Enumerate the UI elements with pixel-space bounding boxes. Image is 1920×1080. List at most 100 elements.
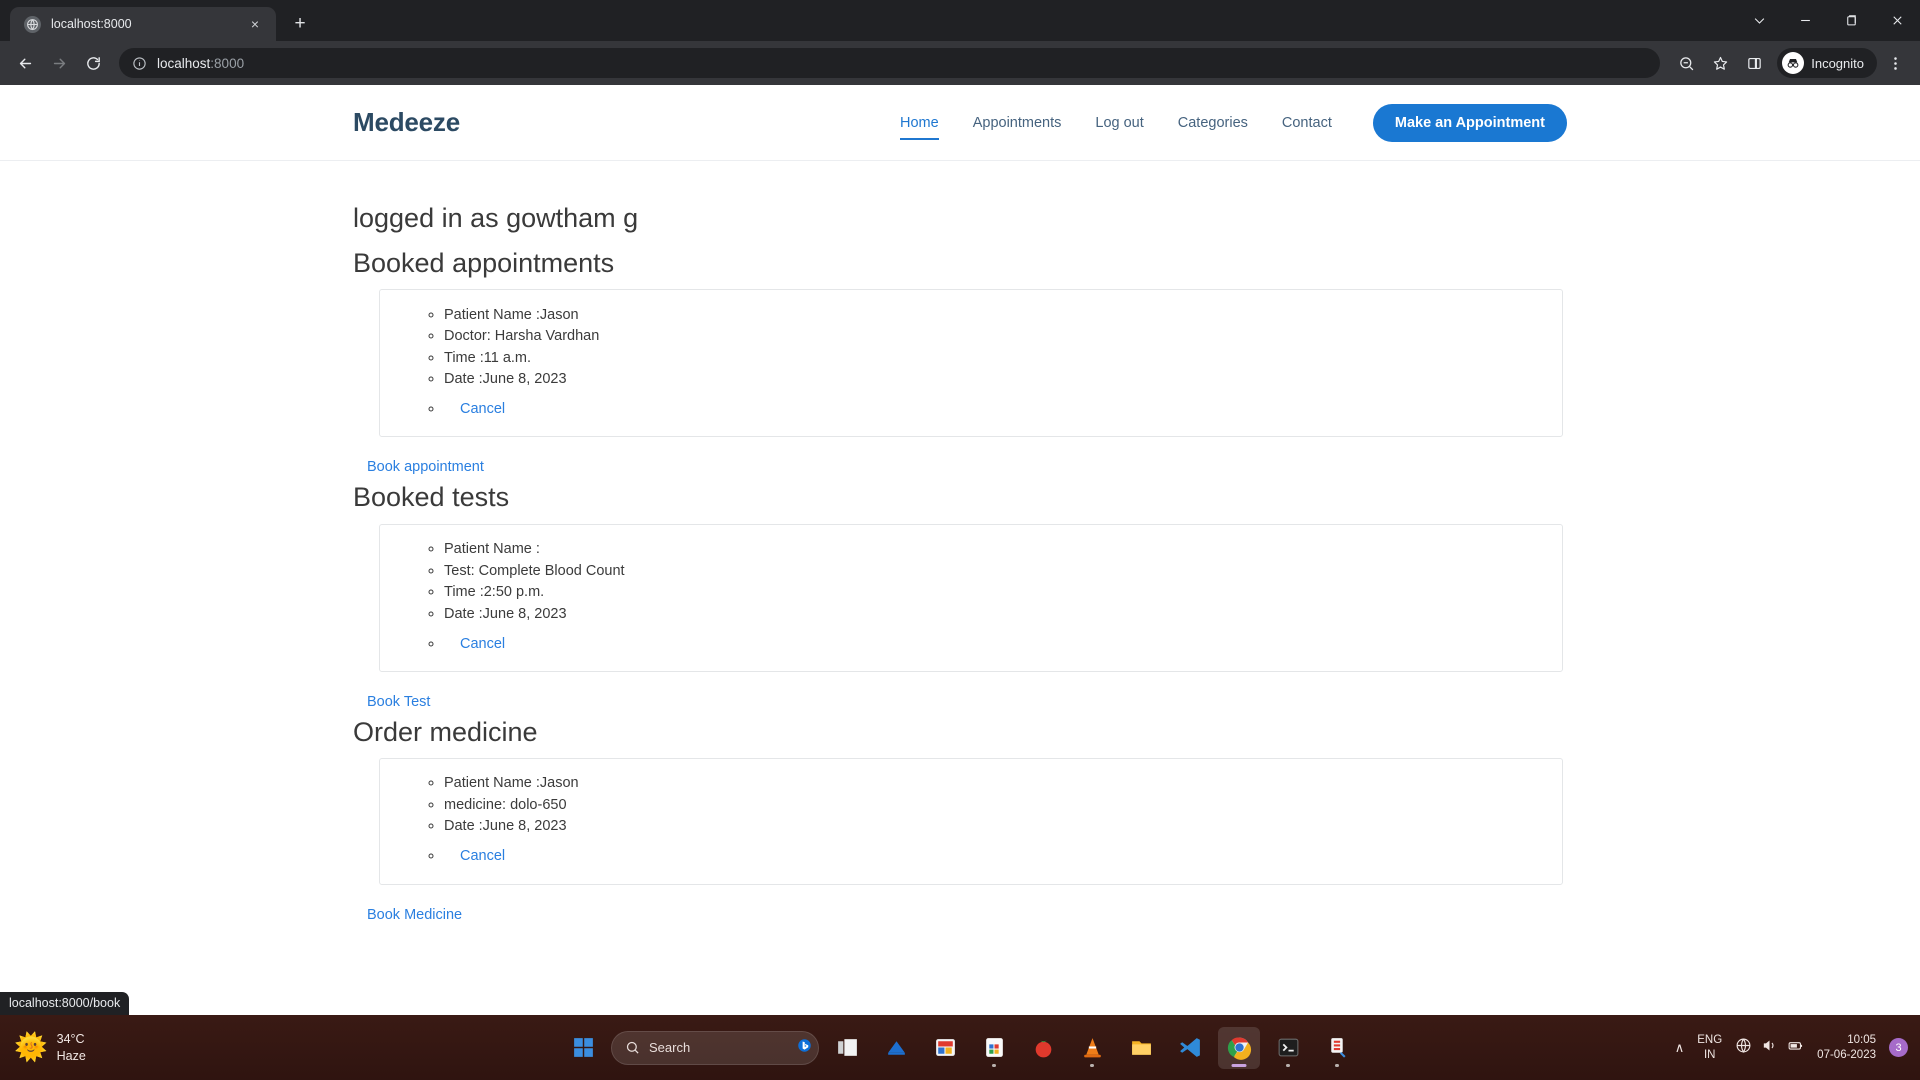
browser-chrome: localhost:8000 × + <box>0 0 1920 85</box>
close-icon[interactable]: × <box>244 13 266 35</box>
list-item: Date :June 8, 2023 <box>444 369 1562 391</box>
tab-title: localhost:8000 <box>51 17 234 31</box>
nav-item-categories[interactable]: Categories <box>1161 115 1265 131</box>
medicine-card: Patient Name :Jason medicine: dolo-650 D… <box>379 758 1563 885</box>
page-title: logged in as gowtham g <box>353 201 1567 242</box>
list-item-action: Cancel <box>444 625 1562 655</box>
system-tray: ∧ ENG IN 10:05 07-06-2023 3 <box>1675 1033 1908 1063</box>
test-details-list: Patient Name : Test: Complete Blood Coun… <box>444 539 1562 655</box>
weather-condition: Haze <box>57 1049 86 1063</box>
microsoft-store-icon[interactable] <box>973 1027 1015 1069</box>
list-item: Time :11 a.m. <box>444 347 1562 369</box>
cancel-test-link[interactable]: Cancel <box>460 636 505 652</box>
weather-widget[interactable]: 🌞 34°C Haze <box>0 1031 300 1064</box>
list-item-action: Cancel <box>444 390 1562 420</box>
minimize-button[interactable] <box>1782 0 1828 41</box>
window-controls <box>1736 0 1920 41</box>
tomato-timer-icon[interactable] <box>1022 1027 1064 1069</box>
main-navigation: Home Appointments Log out Categories Con… <box>883 104 1567 142</box>
zoom-out-icon[interactable] <box>1670 47 1702 79</box>
site-logo[interactable]: Medeeze <box>353 107 460 138</box>
screen: localhost:8000 × + <box>0 0 1920 1080</box>
tray-overflow-icon[interactable]: ∧ <box>1675 1040 1685 1056</box>
traffic-cone-icon[interactable] <box>1071 1027 1113 1069</box>
list-item: Date :June 8, 2023 <box>444 603 1562 625</box>
language-line1: ENG <box>1697 1034 1722 1046</box>
forward-icon[interactable] <box>43 47 75 79</box>
appointment-card: Patient Name :Jason Doctor: Harsha Vardh… <box>379 289 1563 437</box>
page-viewport: Medeeze Home Appointments Log out Catego… <box>0 85 1920 1015</box>
task-view-button[interactable] <box>826 1027 868 1069</box>
url-port: :8000 <box>210 56 244 71</box>
make-appointment-button[interactable]: Make an Appointment <box>1373 104 1567 142</box>
onedrive-icon[interactable] <box>875 1027 917 1069</box>
weather-temp: 34°C <box>57 1032 85 1046</box>
list-item: Patient Name : <box>444 539 1562 561</box>
battery-icon[interactable] <box>1787 1037 1804 1059</box>
book-medicine-link[interactable]: Book Medicine <box>367 907 462 923</box>
language-indicator[interactable]: ENG IN <box>1697 1033 1722 1062</box>
nav-item-appointments[interactable]: Appointments <box>956 115 1079 131</box>
book-test-link[interactable]: Book Test <box>367 694 430 710</box>
list-item: Doctor: Harsha Vardhan <box>444 326 1562 348</box>
browser-tab[interactable]: localhost:8000 × <box>10 7 276 41</box>
language-line2: IN <box>1704 1049 1716 1061</box>
profile-chip[interactable]: Incognito <box>1777 48 1877 78</box>
list-item: medicine: dolo-650 <box>444 794 1562 816</box>
nav-item-home[interactable]: Home <box>883 115 956 131</box>
site-info-icon[interactable] <box>132 56 147 71</box>
nav-item-logout[interactable]: Log out <box>1078 115 1160 131</box>
terminal-icon[interactable] <box>1267 1027 1309 1069</box>
mail-icon[interactable] <box>924 1027 966 1069</box>
weather-text: 34°C Haze <box>57 1031 86 1064</box>
close-window-button[interactable] <box>1874 0 1920 41</box>
list-item: Test: Complete Blood Count <box>444 560 1562 582</box>
clock-time: 10:05 <box>1847 1034 1876 1046</box>
browser-menu-icon[interactable] <box>1879 47 1911 79</box>
page-content: logged in as gowtham g Booked appointmen… <box>353 161 1567 944</box>
address-bar[interactable]: localhost:8000 <box>119 48 1660 78</box>
bookmark-star-icon[interactable] <box>1704 47 1736 79</box>
browser-toolbar: localhost:8000 <box>0 41 1920 85</box>
new-tab-button[interactable]: + <box>286 10 314 38</box>
search-icon <box>625 1040 640 1055</box>
list-item: Patient Name :Jason <box>444 304 1562 326</box>
incognito-icon <box>1782 52 1804 74</box>
test-card: Patient Name : Test: Complete Blood Coun… <box>379 524 1563 672</box>
appointment-details-list: Patient Name :Jason Doctor: Harsha Vardh… <box>444 304 1562 420</box>
tab-strip: localhost:8000 × + <box>0 0 1920 41</box>
site-header: Medeeze Home Appointments Log out Catego… <box>0 85 1920 161</box>
reload-icon[interactable] <box>77 47 109 79</box>
list-item-action: Cancel <box>444 837 1562 867</box>
section-title-medicine: Order medicine <box>353 711 1567 758</box>
back-icon[interactable] <box>9 47 41 79</box>
cancel-appointment-link[interactable]: Cancel <box>460 401 505 417</box>
address-bar-text: localhost:8000 <box>157 56 244 71</box>
chrome-icon[interactable] <box>1218 1027 1260 1069</box>
list-item: Patient Name :Jason <box>444 773 1562 795</box>
search-placeholder: Search <box>649 1040 788 1055</box>
clock[interactable]: 10:05 07-06-2023 <box>1817 1033 1876 1063</box>
section-title-appointments: Booked appointments <box>353 242 1567 289</box>
url-host: localhost <box>157 56 210 71</box>
nav-item-contact[interactable]: Contact <box>1265 115 1349 131</box>
book-appointment-link[interactable]: Book appointment <box>367 459 484 475</box>
windows-taskbar: 🌞 34°C Haze Search <box>0 1015 1920 1080</box>
section-title-tests: Booked tests <box>353 476 1567 523</box>
cancel-medicine-link[interactable]: Cancel <box>460 848 505 864</box>
bing-icon[interactable] <box>797 1038 812 1058</box>
chevron-down-icon[interactable] <box>1736 0 1782 41</box>
file-explorer-icon[interactable] <box>1120 1027 1162 1069</box>
search-input[interactable]: Search <box>611 1031 819 1065</box>
clock-date: 07-06-2023 <box>1817 1049 1876 1061</box>
vscode-icon[interactable] <box>1169 1027 1211 1069</box>
maximize-button[interactable] <box>1828 0 1874 41</box>
notification-badge[interactable]: 3 <box>1889 1038 1908 1057</box>
network-icon[interactable] <box>1735 1037 1752 1059</box>
start-button[interactable] <box>562 1027 604 1069</box>
volume-icon[interactable] <box>1761 1037 1778 1059</box>
app-icon[interactable] <box>1316 1027 1358 1069</box>
side-panel-icon[interactable] <box>1738 47 1770 79</box>
toolbar-actions: Incognito <box>1670 47 1911 79</box>
taskbar-apps: Search <box>562 1027 1358 1069</box>
